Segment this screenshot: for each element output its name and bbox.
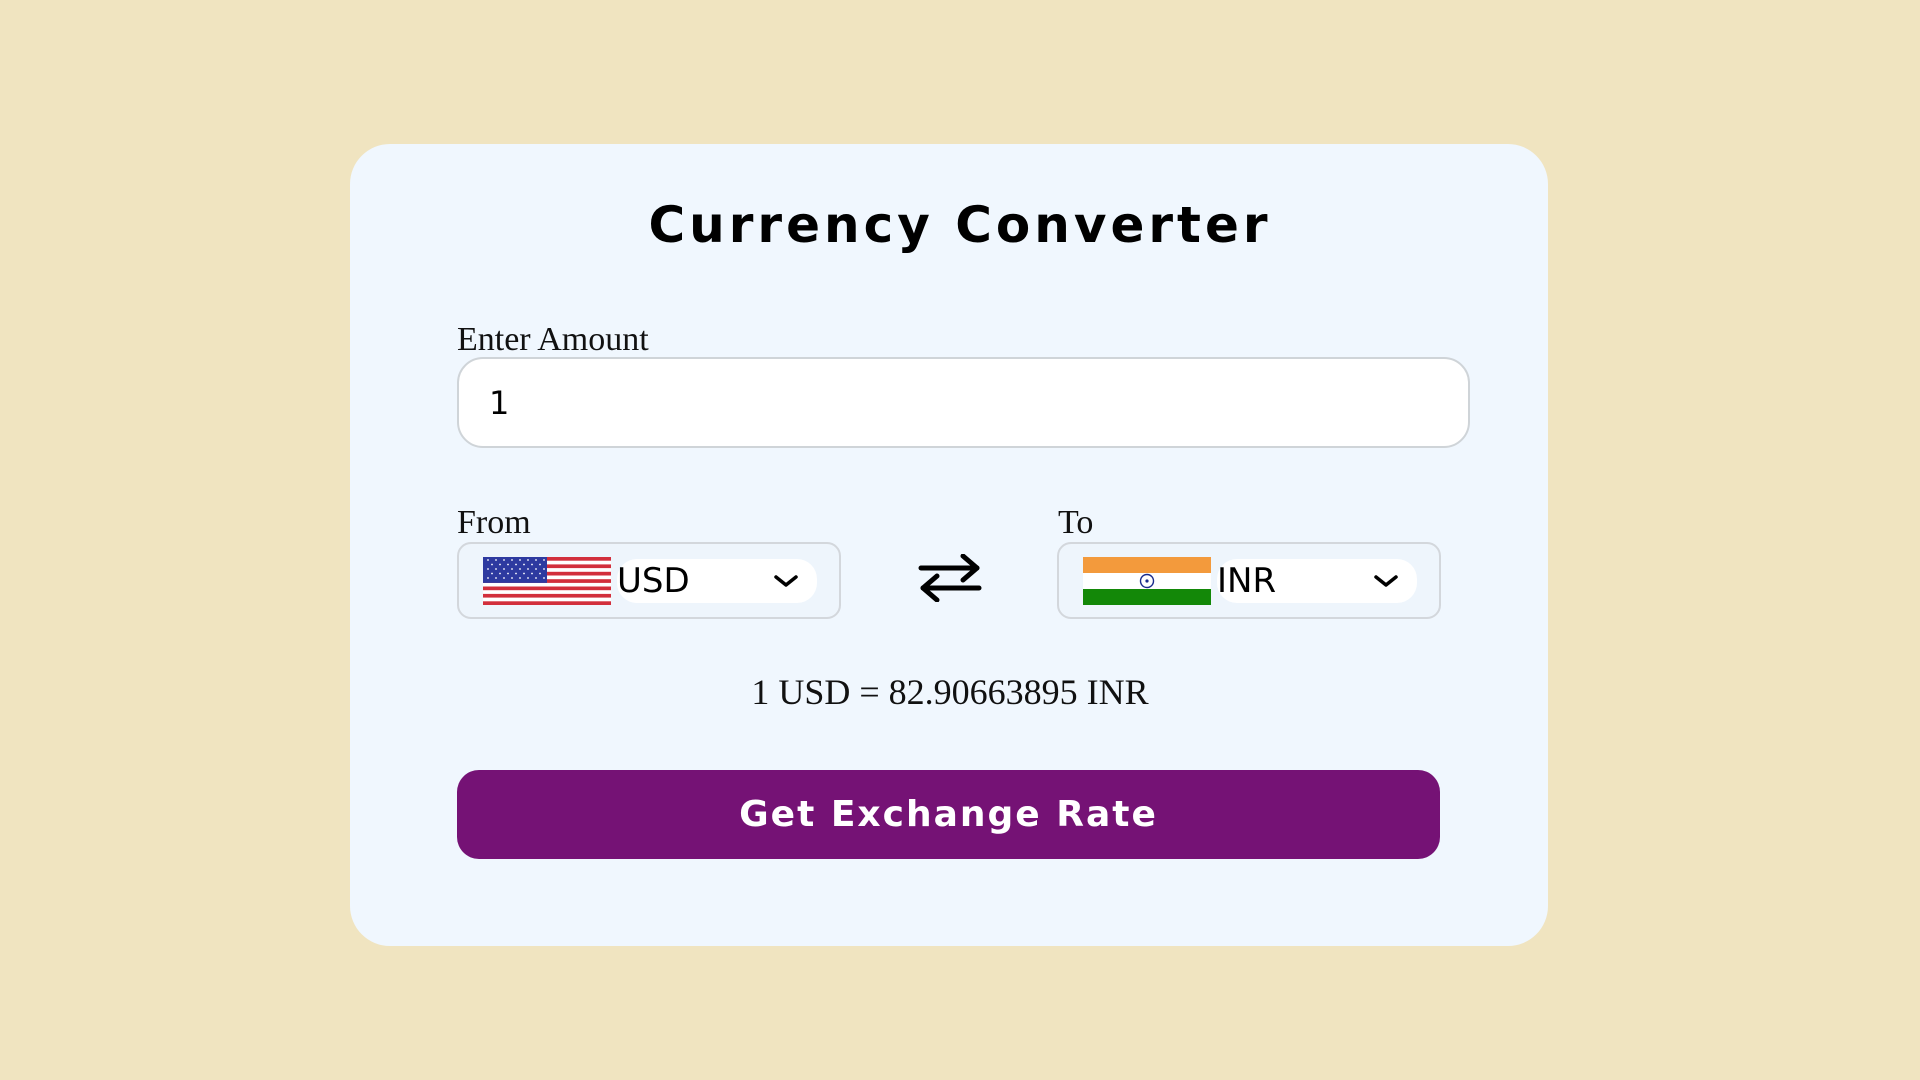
swap-arrows-icon[interactable] [915, 554, 985, 602]
to-currency-dropdown[interactable]: INR [1217, 559, 1417, 603]
amount-label: Enter Amount [457, 321, 649, 358]
us-flag-icon [483, 557, 611, 605]
get-exchange-rate-button[interactable]: Get Exchange Rate [457, 770, 1440, 859]
india-flag-icon [1083, 557, 1211, 605]
from-currency-select[interactable]: USD [457, 542, 841, 619]
from-label: From [457, 504, 531, 541]
chevron-down-icon [774, 575, 798, 587]
exchange-rate-result: 1 USD = 82.90663895 INR [751, 672, 1149, 712]
page-title: Currency Converter [648, 196, 1272, 254]
to-label: To [1058, 504, 1094, 541]
chevron-down-icon [1374, 575, 1398, 587]
to-currency-code: INR [1217, 561, 1277, 601]
amount-input[interactable] [457, 357, 1470, 448]
to-currency-select[interactable]: INR [1057, 542, 1441, 619]
from-currency-code: USD [617, 561, 690, 601]
from-currency-dropdown[interactable]: USD [617, 559, 817, 603]
